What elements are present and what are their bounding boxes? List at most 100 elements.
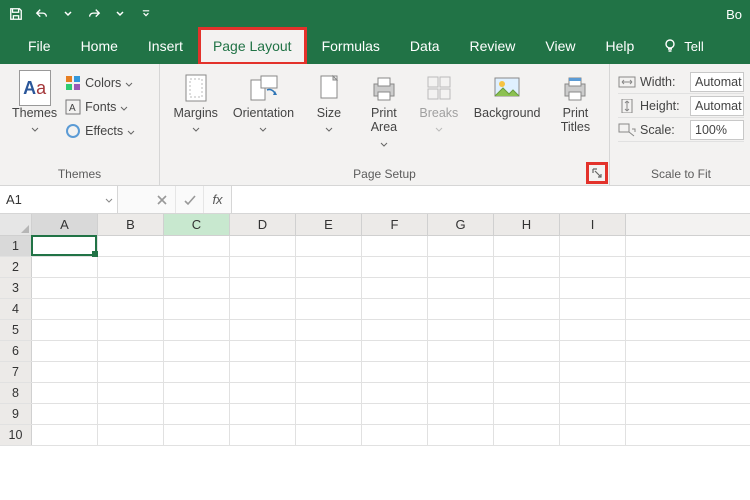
cell[interactable] bbox=[98, 341, 164, 361]
cell[interactable] bbox=[362, 425, 428, 445]
tell-me[interactable]: Tell bbox=[650, 28, 704, 64]
cell[interactable] bbox=[230, 383, 296, 403]
cell[interactable] bbox=[164, 278, 230, 298]
cell[interactable] bbox=[428, 425, 494, 445]
cell[interactable] bbox=[428, 404, 494, 424]
cell[interactable] bbox=[32, 299, 98, 319]
cell[interactable] bbox=[428, 257, 494, 277]
row-header[interactable]: 3 bbox=[0, 278, 32, 298]
cell[interactable] bbox=[230, 257, 296, 277]
redo-button[interactable] bbox=[84, 4, 104, 24]
select-all-button[interactable] bbox=[0, 214, 32, 235]
cell[interactable] bbox=[98, 425, 164, 445]
cell[interactable] bbox=[296, 257, 362, 277]
cell[interactable] bbox=[32, 362, 98, 382]
redo-dropdown[interactable] bbox=[110, 4, 130, 24]
background-button[interactable]: Background bbox=[470, 70, 545, 122]
tab-insert[interactable]: Insert bbox=[134, 28, 197, 64]
cell[interactable] bbox=[428, 278, 494, 298]
fonts-button[interactable]: A Fonts bbox=[65, 96, 135, 118]
cell[interactable] bbox=[230, 425, 296, 445]
cell[interactable] bbox=[362, 341, 428, 361]
cell[interactable] bbox=[494, 257, 560, 277]
cell[interactable] bbox=[428, 383, 494, 403]
insert-function-button[interactable]: fx bbox=[204, 186, 232, 213]
cell[interactable] bbox=[32, 320, 98, 340]
cell[interactable] bbox=[560, 404, 626, 424]
column-header[interactable]: F bbox=[362, 214, 428, 235]
tab-data[interactable]: Data bbox=[396, 28, 454, 64]
size-button[interactable]: Size bbox=[305, 70, 353, 138]
cancel-formula-button[interactable] bbox=[148, 186, 176, 213]
cell[interactable] bbox=[230, 341, 296, 361]
column-header[interactable]: A bbox=[32, 214, 98, 235]
cell[interactable] bbox=[164, 425, 230, 445]
cell[interactable] bbox=[164, 320, 230, 340]
cell[interactable] bbox=[230, 362, 296, 382]
cell[interactable] bbox=[428, 362, 494, 382]
cell[interactable] bbox=[428, 236, 494, 256]
cell[interactable] bbox=[32, 278, 98, 298]
formula-input[interactable] bbox=[232, 186, 750, 213]
row-header[interactable]: 4 bbox=[0, 299, 32, 319]
tab-file[interactable]: File bbox=[14, 28, 65, 64]
cell[interactable] bbox=[362, 236, 428, 256]
cell[interactable] bbox=[494, 341, 560, 361]
undo-dropdown[interactable] bbox=[58, 4, 78, 24]
effects-button[interactable]: Effects bbox=[65, 120, 135, 142]
row-header[interactable]: 2 bbox=[0, 257, 32, 277]
cell[interactable] bbox=[560, 362, 626, 382]
cell[interactable] bbox=[494, 236, 560, 256]
column-header[interactable]: E bbox=[296, 214, 362, 235]
print-area-button[interactable]: Print Area bbox=[360, 70, 408, 153]
chevron-down-icon[interactable] bbox=[105, 192, 113, 207]
cell[interactable] bbox=[98, 404, 164, 424]
cell[interactable] bbox=[164, 362, 230, 382]
cell[interactable] bbox=[362, 299, 428, 319]
cell[interactable] bbox=[98, 236, 164, 256]
cell[interactable] bbox=[296, 341, 362, 361]
enter-formula-button[interactable] bbox=[176, 186, 204, 213]
orientation-button[interactable]: Orientation bbox=[229, 70, 298, 138]
cell[interactable] bbox=[494, 299, 560, 319]
cell[interactable] bbox=[230, 299, 296, 319]
tab-review[interactable]: Review bbox=[456, 28, 530, 64]
cell[interactable] bbox=[230, 404, 296, 424]
row-header[interactable]: 6 bbox=[0, 341, 32, 361]
row-header[interactable]: 8 bbox=[0, 383, 32, 403]
scale-spinner[interactable]: 100% bbox=[690, 120, 744, 140]
cell[interactable] bbox=[164, 236, 230, 256]
cell[interactable] bbox=[32, 404, 98, 424]
cell[interactable] bbox=[362, 257, 428, 277]
column-header[interactable]: C bbox=[164, 214, 230, 235]
tab-formulas[interactable]: Formulas bbox=[308, 28, 394, 64]
cell[interactable] bbox=[230, 278, 296, 298]
tab-page-layout[interactable]: Page Layout bbox=[199, 28, 306, 64]
row-header[interactable]: 7 bbox=[0, 362, 32, 382]
cell[interactable] bbox=[296, 299, 362, 319]
row-header[interactable]: 10 bbox=[0, 425, 32, 445]
cell[interactable] bbox=[494, 383, 560, 403]
cell[interactable] bbox=[98, 257, 164, 277]
cell[interactable] bbox=[560, 278, 626, 298]
row-header[interactable]: 1 bbox=[0, 236, 32, 256]
column-header[interactable]: D bbox=[230, 214, 296, 235]
cell[interactable] bbox=[98, 299, 164, 319]
cell[interactable] bbox=[560, 383, 626, 403]
save-icon[interactable] bbox=[6, 4, 26, 24]
row-header[interactable]: 9 bbox=[0, 404, 32, 424]
qat-customize-dropdown[interactable] bbox=[136, 4, 156, 24]
cell[interactable] bbox=[560, 341, 626, 361]
cell[interactable] bbox=[296, 278, 362, 298]
column-header[interactable]: H bbox=[494, 214, 560, 235]
cell[interactable] bbox=[32, 236, 98, 256]
cell[interactable] bbox=[560, 320, 626, 340]
cell[interactable] bbox=[296, 362, 362, 382]
column-header[interactable]: G bbox=[428, 214, 494, 235]
cell[interactable] bbox=[296, 425, 362, 445]
page-setup-dialog-launcher[interactable] bbox=[589, 165, 605, 181]
cell[interactable] bbox=[296, 320, 362, 340]
column-header[interactable]: B bbox=[98, 214, 164, 235]
cell[interactable] bbox=[362, 404, 428, 424]
height-dropdown[interactable]: Automat bbox=[690, 96, 744, 116]
